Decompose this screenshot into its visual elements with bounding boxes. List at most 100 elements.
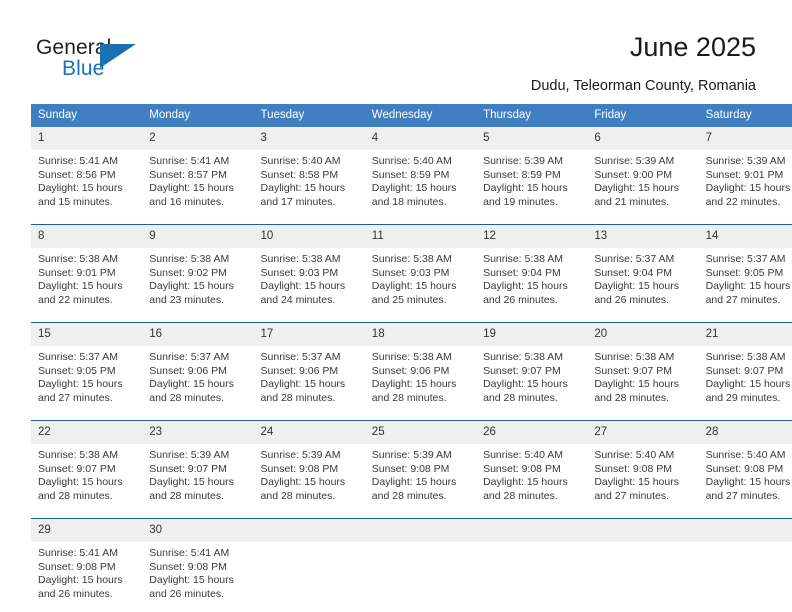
calendar-day-cell[interactable]: 9 Sunrise: 5:38 AM Sunset: 9:02 PM Daylight… [142, 225, 254, 313]
calendar-day-cell[interactable]: 10 Sunrise: 5:38 AM Sunset: 9:03 PM Dayligh… [253, 225, 365, 313]
day-number: 3 [253, 127, 365, 150]
daylight-text: Daylight: 15 hours and 27 minutes. [705, 280, 791, 306]
sunrise-text: Sunrise: 5:39 AM [483, 155, 564, 167]
calendar-day-cell[interactable]: 26 Sunrise: 5:40 AM Sunset: 9:08 PM Dayligh… [476, 421, 588, 509]
calendar-day-cell[interactable]: 28 Sunrise: 5:40 AM Sunset: 9:08 PM Dayligh… [698, 421, 792, 509]
day-detail: Sunrise: 5:37 AM Sunset: 9:05 PM Daylight:… [699, 248, 792, 307]
day-detail: Sunrise: 5:39 AM Sunset: 8:59 PM Daylight:… [476, 150, 587, 209]
daylight-text: Daylight: 15 hours and 26 minutes. [149, 574, 234, 600]
calendar-week-row: 29 Sunrise: 5:41 AM Sunset: 9:08 PM Dayligh… [31, 519, 792, 607]
calendar-day-cell[interactable]: 18 Sunrise: 5:38 AM Sunset: 9:06 PM Dayligh… [364, 323, 477, 411]
daylight-text: Daylight: 15 hours and 26 minutes. [483, 280, 568, 306]
calendar-day-cell[interactable]: 11 Sunrise: 5:38 AM Sunset: 9:03 PM Dayligh… [364, 225, 477, 313]
day-detail: Sunrise: 5:39 AM Sunset: 9:07 PM Daylight:… [142, 444, 253, 503]
sunrise-text: Sunrise: 5:38 AM [371, 351, 452, 363]
daylight-text: Daylight: 15 hours and 28 minutes. [371, 476, 457, 502]
page-title: June 2025 [629, 32, 756, 62]
sunrise-text: Sunrise: 5:37 AM [260, 351, 341, 363]
day-detail: Sunrise: 5:39 AM Sunset: 9:08 PM Daylight:… [365, 444, 476, 503]
calendar-day-cell[interactable]: 24 Sunrise: 5:39 AM Sunset: 9:08 PM Dayligh… [253, 421, 365, 509]
day-number: 24 [253, 421, 365, 444]
daylight-text: Daylight: 15 hours and 28 minutes. [38, 476, 123, 502]
calendar-day-cell[interactable]: 17 Sunrise: 5:37 AM Sunset: 9:06 PM Dayligh… [253, 323, 365, 411]
daylight-text: Daylight: 15 hours and 23 minutes. [149, 280, 234, 306]
sunset-text: Sunset: 9:08 PM [260, 462, 339, 475]
day-number: 23 [142, 421, 254, 444]
day-detail: Sunrise: 5:41 AM Sunset: 8:57 PM Daylight:… [142, 150, 253, 209]
logo-text-blue: Blue [62, 57, 105, 80]
sunrise-text: Sunrise: 5:38 AM [260, 253, 341, 265]
calendar-empty-cell [476, 519, 588, 607]
day-number: 9 [142, 225, 254, 248]
sunrise-text: Sunrise: 5:37 AM [38, 351, 118, 363]
day-detail: Sunrise: 5:38 AM Sunset: 9:07 PM Daylight:… [587, 346, 698, 405]
calendar-day-cell[interactable]: 12 Sunrise: 5:38 AM Sunset: 9:04 PM Dayligh… [476, 225, 588, 313]
day-number [476, 519, 588, 542]
daylight-text: Daylight: 15 hours and 28 minutes. [483, 378, 568, 404]
sunrise-text: Sunrise: 5:39 AM [260, 449, 341, 461]
day-number: 29 [31, 519, 143, 542]
sunset-text: Sunset: 9:01 PM [705, 168, 784, 181]
day-detail: Sunrise: 5:40 AM Sunset: 9:08 PM Daylight:… [476, 444, 587, 503]
calendar-day-cell[interactable]: 27 Sunrise: 5:40 AM Sunset: 9:08 PM Dayligh… [587, 421, 699, 509]
sunrise-text: Sunrise: 5:40 AM [594, 449, 675, 461]
calendar-day-cell[interactable]: 1 Sunrise: 5:41 AM Sunset: 8:56 PM Daylight… [31, 127, 143, 215]
calendar-day-cell[interactable]: 14 Sunrise: 5:37 AM Sunset: 9:05 PM Dayligh… [698, 225, 792, 313]
calendar-day-cell[interactable]: 25 Sunrise: 5:39 AM Sunset: 9:08 PM Dayligh… [364, 421, 477, 509]
daylight-text: Daylight: 15 hours and 25 minutes. [371, 280, 457, 306]
calendar-day-cell[interactable]: 30 Sunrise: 5:41 AM Sunset: 9:08 PM Dayligh… [142, 519, 254, 607]
calendar-day-cell[interactable]: 29 Sunrise: 5:41 AM Sunset: 9:08 PM Dayligh… [31, 519, 143, 607]
day-number: 5 [476, 127, 588, 150]
day-number: 7 [698, 127, 792, 150]
daylight-text: Daylight: 15 hours and 27 minutes. [594, 476, 679, 502]
calendar-day-cell[interactable]: 22 Sunrise: 5:38 AM Sunset: 9:07 PM Dayligh… [31, 421, 143, 509]
sunrise-text: Sunrise: 5:40 AM [483, 449, 564, 461]
calendar-day-cell[interactable]: 20 Sunrise: 5:38 AM Sunset: 9:07 PM Dayligh… [587, 323, 699, 411]
day-detail: Sunrise: 5:37 AM Sunset: 9:06 PM Daylight:… [142, 346, 253, 405]
calendar-day-cell[interactable]: 5 Sunrise: 5:39 AM Sunset: 8:59 PM Daylight… [476, 127, 588, 215]
sunrise-text: Sunrise: 5:38 AM [483, 351, 564, 363]
day-number: 22 [31, 421, 143, 444]
day-number: 8 [31, 225, 143, 248]
sunset-text: Sunset: 9:08 PM [705, 462, 784, 475]
day-number: 14 [698, 225, 792, 248]
generalblue-logo[interactable]: General Blue [36, 36, 166, 84]
week-spacer [31, 313, 792, 322]
calendar-day-cell[interactable]: 16 Sunrise: 5:37 AM Sunset: 9:06 PM Dayligh… [142, 323, 254, 411]
sunset-text: Sunset: 8:58 PM [260, 168, 339, 181]
calendar-empty-cell [253, 519, 365, 607]
day-number: 2 [142, 127, 254, 150]
daylight-text: Daylight: 15 hours and 28 minutes. [149, 378, 234, 404]
sunset-text: Sunset: 8:56 PM [38, 168, 116, 181]
calendar-day-cell[interactable]: 19 Sunrise: 5:38 AM Sunset: 9:07 PM Dayligh… [476, 323, 588, 411]
sunrise-text: Sunrise: 5:41 AM [38, 155, 118, 167]
sunrise-text: Sunrise: 5:41 AM [38, 547, 118, 559]
sunrise-text: Sunrise: 5:38 AM [371, 253, 452, 265]
daylight-text: Daylight: 15 hours and 22 minutes. [38, 280, 123, 306]
day-detail: Sunrise: 5:38 AM Sunset: 9:03 PM Daylight:… [365, 248, 476, 307]
calendar-day-cell[interactable]: 6 Sunrise: 5:39 AM Sunset: 9:00 PM Daylight… [587, 127, 699, 215]
calendar-day-cell[interactable]: 21 Sunrise: 5:38 AM Sunset: 9:07 PM Dayligh… [698, 323, 792, 411]
sunset-text: Sunset: 9:03 PM [371, 266, 450, 279]
day-detail: Sunrise: 5:37 AM Sunset: 9:04 PM Daylight:… [587, 248, 698, 307]
sunrise-text: Sunrise: 5:38 AM [594, 351, 675, 363]
calendar-empty-cell [364, 519, 477, 607]
daylight-text: Daylight: 15 hours and 27 minutes. [38, 378, 123, 404]
calendar-day-cell[interactable]: 23 Sunrise: 5:39 AM Sunset: 9:07 PM Dayligh… [142, 421, 254, 509]
sunrise-text: Sunrise: 5:39 AM [371, 449, 452, 461]
calendar-day-cell[interactable]: 4 Sunrise: 5:40 AM Sunset: 8:59 PM Daylight… [364, 127, 477, 215]
calendar-day-cell[interactable]: 2 Sunrise: 5:41 AM Sunset: 8:57 PM Daylight… [142, 127, 254, 215]
sunrise-text: Sunrise: 5:38 AM [705, 351, 786, 363]
calendar-day-cell[interactable]: 13 Sunrise: 5:37 AM Sunset: 9:04 PM Dayligh… [587, 225, 699, 313]
sunset-text: Sunset: 9:01 PM [38, 266, 116, 279]
calendar-day-cell[interactable]: 7 Sunrise: 5:39 AM Sunset: 9:01 PM Daylight… [698, 127, 792, 215]
calendar-day-cell[interactable]: 3 Sunrise: 5:40 AM Sunset: 8:58 PM Daylight… [253, 127, 365, 215]
calendar-day-cell[interactable]: 8 Sunrise: 5:38 AM Sunset: 9:01 PM Daylight… [31, 225, 143, 313]
day-number: 28 [698, 421, 792, 444]
sunset-text: Sunset: 9:04 PM [594, 266, 672, 279]
day-number: 13 [587, 225, 699, 248]
day-number [253, 519, 365, 542]
calendar-day-cell[interactable]: 15 Sunrise: 5:37 AM Sunset: 9:05 PM Dayligh… [31, 323, 143, 411]
day-number: 11 [364, 225, 477, 248]
day-detail: Sunrise: 5:38 AM Sunset: 9:06 PM Daylight:… [365, 346, 476, 405]
